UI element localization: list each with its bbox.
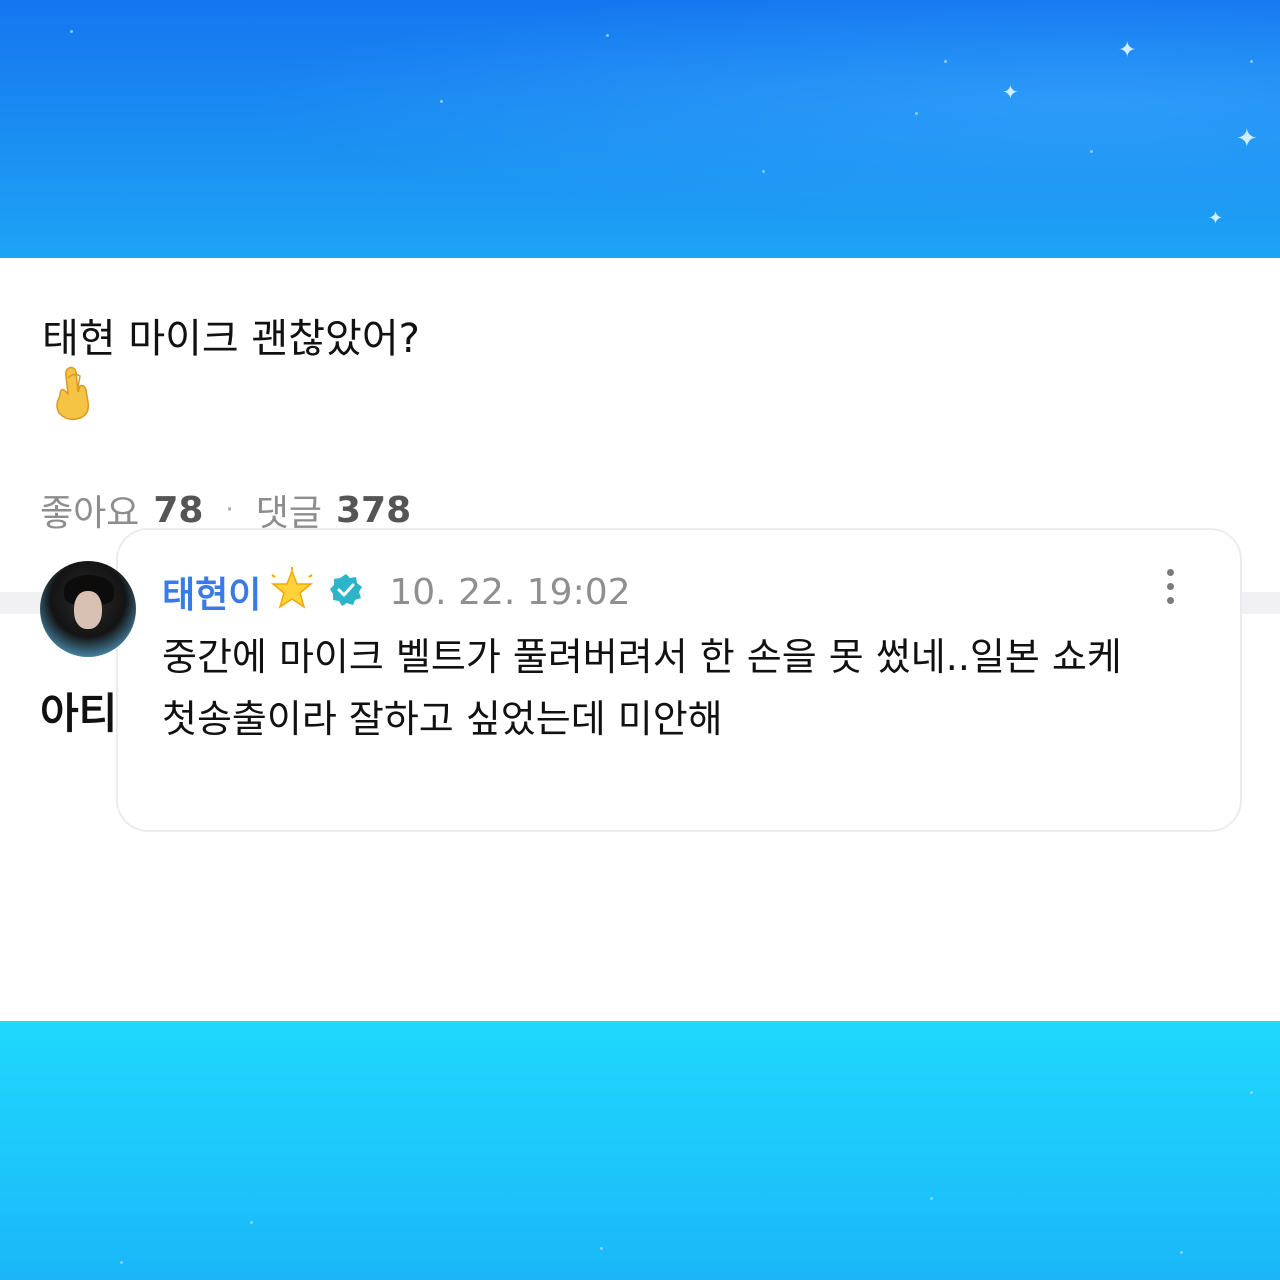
more-dot bbox=[1166, 582, 1174, 590]
star-dot bbox=[930, 1197, 933, 1200]
sparkle-icon: ✦ bbox=[1118, 38, 1137, 63]
star-dot bbox=[944, 60, 947, 63]
avatar-face bbox=[74, 591, 102, 629]
verified-badge-icon bbox=[329, 573, 363, 611]
star-dot bbox=[915, 112, 918, 115]
star-dot bbox=[1180, 1251, 1183, 1254]
star-dot bbox=[1250, 1091, 1253, 1094]
hand-with-fingers-crossed-icon bbox=[50, 366, 94, 426]
likes-count: 78 bbox=[153, 489, 204, 531]
star-dot bbox=[762, 170, 765, 173]
star-dot bbox=[1090, 150, 1093, 153]
star-dot bbox=[600, 1247, 603, 1250]
comment-timestamp: 10. 22. 19:02 bbox=[389, 571, 631, 613]
star-dot bbox=[606, 34, 609, 37]
star-dot bbox=[440, 100, 443, 103]
glowing-star-icon bbox=[269, 567, 315, 617]
sparkle-icon: ✦ bbox=[1236, 124, 1258, 154]
comment-author-name[interactable]: 태현이 bbox=[162, 566, 261, 618]
sparkle-icon: ✦ bbox=[1002, 80, 1019, 104]
star-dot bbox=[250, 1221, 253, 1224]
comment-author-avatar[interactable] bbox=[40, 561, 136, 657]
likes-label[interactable]: 좋아요 bbox=[40, 484, 139, 536]
star-dot bbox=[1250, 60, 1253, 63]
post-text: 태현 마이크 괜찮았어? bbox=[42, 316, 420, 362]
more-options-icon[interactable] bbox=[1150, 566, 1190, 606]
comments-count: 378 bbox=[336, 489, 412, 531]
star-dot bbox=[120, 1261, 123, 1264]
starry-background-top: ✦ ✦ ✦ ✦ bbox=[0, 0, 1280, 258]
stats-separator: · bbox=[225, 495, 234, 525]
more-dot bbox=[1166, 568, 1174, 576]
comment-text: 중간에 마이크 벨트가 풀려버려서 한 손을 못 썼네..일본 쇼케 첫송출이라… bbox=[162, 635, 1122, 741]
comment-header: 태현이 10. 22. 19:02 bbox=[162, 566, 631, 618]
sparkle-icon: ✦ bbox=[1208, 208, 1224, 229]
starry-background-bottom bbox=[0, 1021, 1280, 1280]
more-dot bbox=[1166, 596, 1174, 604]
star-dot bbox=[70, 30, 73, 33]
